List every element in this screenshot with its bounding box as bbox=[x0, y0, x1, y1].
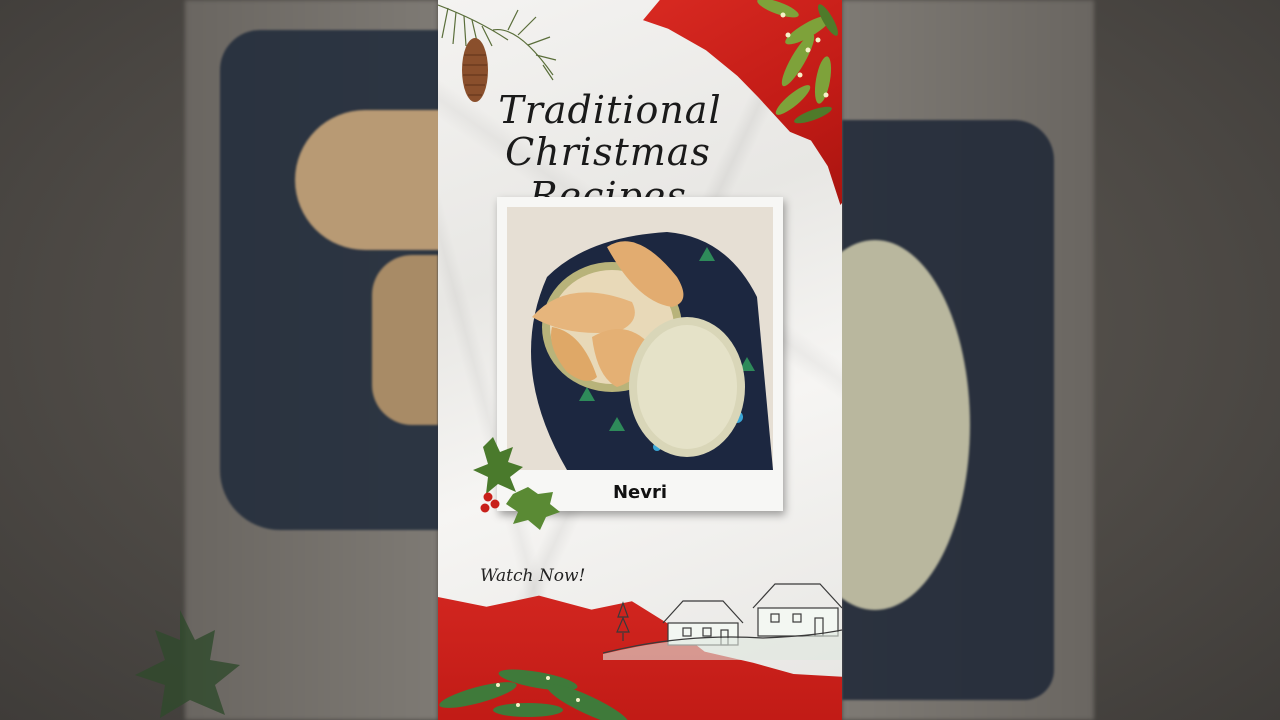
background-pastry-left bbox=[295, 110, 440, 250]
holly-icon bbox=[473, 437, 560, 530]
title-line-1: Traditional bbox=[498, 88, 722, 132]
background-pastry-left-2 bbox=[372, 255, 438, 425]
holly-icon bbox=[135, 610, 240, 718]
recipe-poster[interactable]: Traditional Christmas Recipes Nevri Watc… bbox=[438, 0, 842, 720]
pine-branch-icon bbox=[439, 669, 629, 720]
watch-now-link[interactable]: Watch Now! bbox=[480, 566, 585, 586]
recipe-photo bbox=[507, 207, 773, 470]
pine-branch-icon bbox=[757, 0, 838, 124]
houses-sketch-icon bbox=[603, 583, 842, 660]
